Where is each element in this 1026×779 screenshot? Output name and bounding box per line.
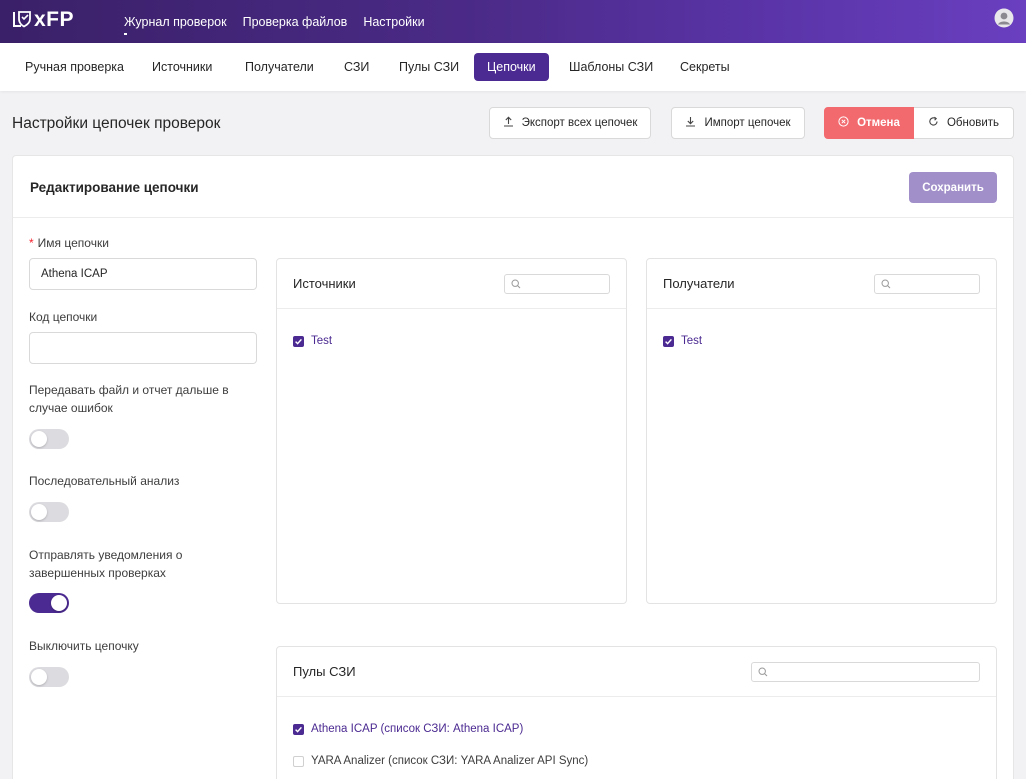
- sources-panel: Источники Test: [276, 258, 627, 604]
- disable-chain-label: Выключить цепочку: [29, 639, 139, 653]
- szi-pools-item-label: Athena ICAP (список СЗИ: Athena ICAP): [311, 723, 524, 735]
- page-title: Настройки цепочек проверок: [12, 115, 221, 132]
- nav-journal[interactable]: Журнал проверок: [124, 15, 227, 35]
- receivers-panel-header: Получатели: [647, 259, 996, 309]
- pass-on-error-toggle[interactable]: [29, 429, 69, 449]
- import-label: Импорт цепочек: [704, 117, 791, 129]
- nav-file-check[interactable]: Проверка файлов: [243, 15, 348, 29]
- chain-name-label: * Имя цепочки: [29, 234, 229, 252]
- card-header: Редактирование цепочки Сохранить: [13, 156, 1013, 218]
- tab-chains[interactable]: Цепочки: [474, 53, 549, 81]
- pass-on-error-label: Передавать файл и отчет дальше в случае …: [29, 383, 229, 415]
- tab-secrets[interactable]: Секреты: [667, 53, 743, 81]
- receivers-item-test[interactable]: Test: [663, 335, 702, 347]
- nav-settings[interactable]: Настройки: [363, 15, 424, 29]
- sources-item-label: Test: [311, 335, 333, 347]
- logo-text: xFP: [34, 8, 75, 31]
- toggle-knob: [31, 431, 47, 447]
- sequential-analysis-toggle[interactable]: [29, 502, 69, 522]
- checkbox-unchecked[interactable]: [293, 755, 304, 767]
- sources-panel-header: Источники: [277, 259, 626, 309]
- tab-receivers[interactable]: Получатели: [232, 53, 327, 81]
- sequential-analysis-label: Последовательный анализ: [29, 474, 180, 488]
- shield-logo-icon: [12, 9, 32, 32]
- tab-manual-check[interactable]: Ручная проверка: [12, 53, 137, 81]
- sources-search-input[interactable]: [504, 274, 610, 294]
- tab-szi-pools[interactable]: Пулы СЗИ: [386, 53, 472, 81]
- close-circle-icon: [838, 116, 849, 130]
- szi-pools-panel-header: Пулы СЗИ: [277, 647, 996, 697]
- user-avatar-icon[interactable]: [994, 8, 1014, 28]
- chain-name-label-text: Имя цепочки: [37, 236, 109, 250]
- logo[interactable]: xFP: [12, 8, 74, 32]
- tab-sources[interactable]: Источники: [139, 53, 225, 81]
- download-icon: [685, 116, 696, 130]
- szi-pools-item-yara[interactable]: YARA Analizer (список СЗИ: YARA Analizer…: [293, 755, 588, 767]
- top-bar: xFP Журнал проверок Проверка файлов Наст…: [0, 0, 1026, 43]
- szi-pools-item-athena[interactable]: Athena ICAP (список СЗИ: Athena ICAP): [293, 723, 523, 735]
- receivers-item-label: Test: [681, 335, 703, 347]
- receivers-panel: Получатели Test: [646, 258, 997, 604]
- upload-icon: [503, 116, 514, 130]
- receivers-search-input[interactable]: [874, 274, 980, 294]
- checkbox-checked[interactable]: [293, 335, 304, 347]
- tab-szi[interactable]: СЗИ: [331, 53, 382, 81]
- cancel-button[interactable]: Отмена: [824, 107, 914, 139]
- tabs-bar: Ручная проверка Источники Получатели СЗИ…: [0, 43, 1026, 91]
- disable-chain-toggle[interactable]: [29, 667, 69, 687]
- toggle-knob: [31, 669, 47, 685]
- refresh-icon: [928, 116, 939, 130]
- chain-code-input[interactable]: [29, 332, 257, 364]
- szi-pools-panel: Пулы СЗИ Athena ICAP (список СЗИ: Athena…: [276, 646, 997, 779]
- required-asterisk: *: [29, 236, 34, 250]
- toggle-knob: [31, 504, 47, 520]
- checkbox-checked[interactable]: [293, 723, 304, 735]
- notify-toggle[interactable]: [29, 593, 69, 613]
- save-button[interactable]: Сохранить: [909, 172, 997, 203]
- szi-pools-search-input[interactable]: [751, 662, 980, 682]
- chain-code-label: Код цепочки: [29, 310, 98, 324]
- refresh-label: Обновить: [946, 117, 1000, 129]
- top-nav: Журнал проверок Проверка файлов Настройк…: [124, 0, 441, 43]
- cancel-label: Отмена: [857, 117, 900, 129]
- import-chains-button[interactable]: Импорт цепочек: [671, 107, 805, 139]
- card-title: Редактирование цепочки: [30, 180, 199, 195]
- toggle-knob: [51, 595, 67, 611]
- szi-pools-panel-title: Пулы СЗИ: [293, 664, 356, 679]
- receivers-panel-title: Получатели: [663, 276, 735, 291]
- checkbox-checked[interactable]: [663, 335, 674, 347]
- export-all-chains-button[interactable]: Экспорт всех цепочек: [489, 107, 651, 139]
- notify-label: Отправлять уведомления о завершенных про…: [29, 548, 183, 580]
- export-label: Экспорт всех цепочек: [521, 117, 638, 129]
- sources-panel-title: Источники: [293, 276, 356, 291]
- refresh-button[interactable]: Обновить: [914, 107, 1014, 139]
- chain-name-input[interactable]: Athena ICAP: [29, 258, 257, 290]
- tab-szi-templates[interactable]: Шаблоны СЗИ: [556, 53, 666, 81]
- sources-item-test[interactable]: Test: [293, 335, 332, 347]
- szi-pools-item-label: YARA Analizer (список СЗИ: YARA Analizer…: [311, 755, 589, 767]
